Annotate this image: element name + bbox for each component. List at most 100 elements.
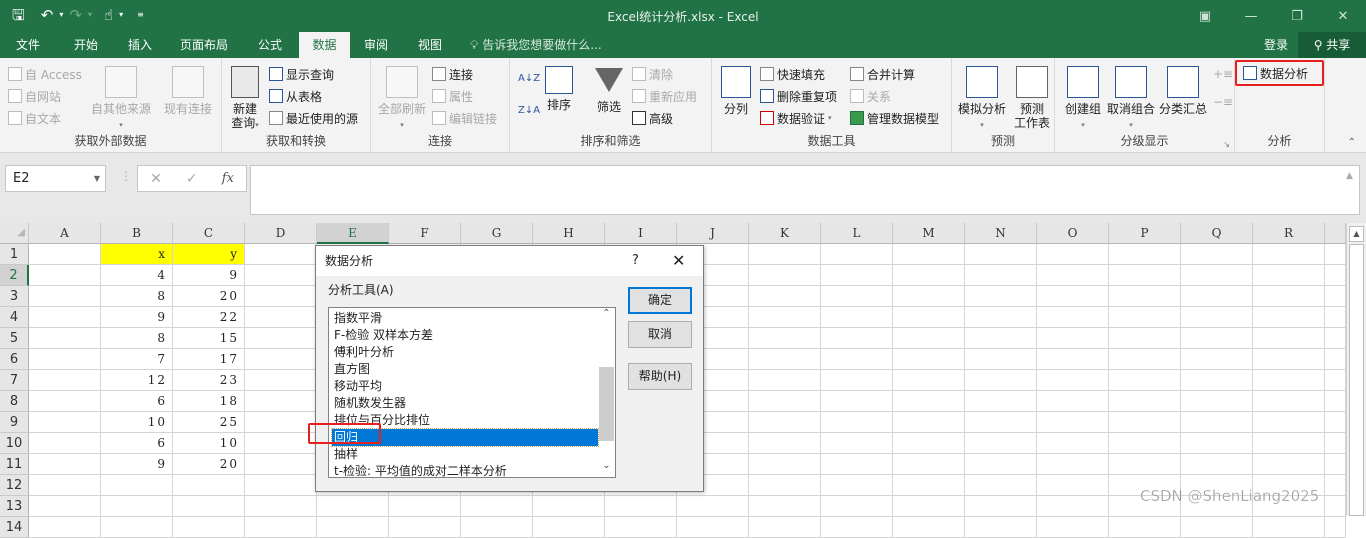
cell-l8[interactable] [821,391,893,412]
help-icon[interactable]: ? [632,246,639,276]
cell-k1[interactable] [749,244,821,265]
cell-r9[interactable] [1253,412,1325,433]
name-box[interactable]: E2 ▼ [5,165,106,192]
cell-l4[interactable] [821,307,893,328]
row-header[interactable]: 9 [0,412,29,433]
cell-q14[interactable] [1181,517,1253,538]
cell-d13[interactable] [245,496,317,517]
row-header[interactable]: 10 [0,433,29,454]
cell-k3[interactable] [749,286,821,307]
cell-b9[interactable]: 10 [101,412,173,433]
cell-q9[interactable] [1181,412,1253,433]
cell-p5[interactable] [1109,328,1181,349]
tab-file[interactable]: 文件 [6,32,50,58]
cell-m10[interactable] [893,433,965,454]
cell-e14[interactable] [317,517,389,538]
text-to-columns-button[interactable]: 分列 [718,66,754,116]
column-header-h[interactable]: H [533,223,605,244]
sort-ascending-button[interactable]: A↓Z [518,68,540,88]
cell-n9[interactable] [965,412,1037,433]
cell-a11[interactable] [29,454,101,475]
analysis-tool-item[interactable]: 抽样 [332,446,598,463]
cell-p6[interactable] [1109,349,1181,370]
cell-k5[interactable] [749,328,821,349]
cell-m9[interactable] [893,412,965,433]
row-header[interactable]: 4 [0,307,29,328]
cell-n5[interactable] [965,328,1037,349]
cell-c11[interactable]: 20 [173,454,245,475]
forecast-sheet-button[interactable]: 预测 工作表 [1012,66,1052,130]
analysis-tool-item[interactable]: 傅利叶分析 [332,344,598,361]
cell-a14[interactable] [29,517,101,538]
cell-c8[interactable]: 18 [173,391,245,412]
cell-q4[interactable] [1181,307,1253,328]
column-header-f[interactable]: F [389,223,461,244]
list-scroll-down-icon[interactable]: ⌄ [598,460,615,477]
row-header[interactable]: 2 [0,265,29,286]
cell-m13[interactable] [893,496,965,517]
cell-p7[interactable] [1109,370,1181,391]
cell-o1[interactable] [1037,244,1109,265]
cell-c9[interactable]: 25 [173,412,245,433]
tab-formulas[interactable]: 公式 [248,32,292,58]
tell-me-search[interactable]: 💡︎ 告诉我您想要做什么... [470,32,602,58]
cell-r2[interactable] [1253,265,1325,286]
cell-q1[interactable] [1181,244,1253,265]
column-header-j[interactable]: J [677,223,749,244]
column-header-a[interactable]: A [29,223,101,244]
cell-b5[interactable]: 8 [101,328,173,349]
cell-a5[interactable] [29,328,101,349]
row-header[interactable]: 14 [0,517,29,538]
cell-k13[interactable] [749,496,821,517]
cell-b11[interactable]: 9 [101,454,173,475]
column-header-r[interactable]: R [1253,223,1325,244]
cell-c4[interactable]: 22 [173,307,245,328]
cell-filler[interactable] [1325,265,1346,286]
cell-o2[interactable] [1037,265,1109,286]
cell-filler[interactable] [1325,307,1346,328]
cell-q8[interactable] [1181,391,1253,412]
list-scroll-up-icon[interactable]: ⌃ [598,308,615,325]
cell-q10[interactable] [1181,433,1253,454]
cell-filler[interactable] [1325,475,1346,496]
column-header-l[interactable]: L [821,223,893,244]
cell-d1[interactable] [245,244,317,265]
cell-o7[interactable] [1037,370,1109,391]
cell-b2[interactable]: 4 [101,265,173,286]
cell-l10[interactable] [821,433,893,454]
data-validation-button[interactable]: 数据验证 ▾ [760,108,832,128]
column-header-m[interactable]: M [893,223,965,244]
new-query-button[interactable]: 新建 查询▾ [226,66,264,132]
cell-m12[interactable] [893,475,965,496]
name-box-dropdown-icon[interactable]: ▼ [94,166,100,191]
cell-c2[interactable]: 9 [173,265,245,286]
cell-d5[interactable] [245,328,317,349]
cell-h14[interactable] [533,517,605,538]
cell-k14[interactable] [749,517,821,538]
share-button[interactable]: ⚲ 共享 [1298,32,1366,58]
sort-button[interactable]: 排序 [542,66,576,112]
cell-d9[interactable] [245,412,317,433]
column-header-c[interactable]: C [173,223,245,244]
cell-d8[interactable] [245,391,317,412]
cell-p1[interactable] [1109,244,1181,265]
cell-p4[interactable] [1109,307,1181,328]
cell-filler[interactable] [1325,244,1346,265]
cell-m3[interactable] [893,286,965,307]
cell-j14[interactable] [677,517,749,538]
cell-d7[interactable] [245,370,317,391]
group-button[interactable]: 创建组 ▾ [1061,66,1105,132]
cell-filler[interactable] [1325,370,1346,391]
cell-r11[interactable] [1253,454,1325,475]
cell-l12[interactable] [821,475,893,496]
cell-filler[interactable] [1325,349,1346,370]
cell-j13[interactable] [677,496,749,517]
cell-d14[interactable] [245,517,317,538]
cell-o14[interactable] [1037,517,1109,538]
cell-c13[interactable] [173,496,245,517]
cancel-button[interactable]: 取消 [628,321,692,348]
cell-d11[interactable] [245,454,317,475]
cell-o3[interactable] [1037,286,1109,307]
column-header-g[interactable]: G [461,223,533,244]
cell-i13[interactable] [605,496,677,517]
